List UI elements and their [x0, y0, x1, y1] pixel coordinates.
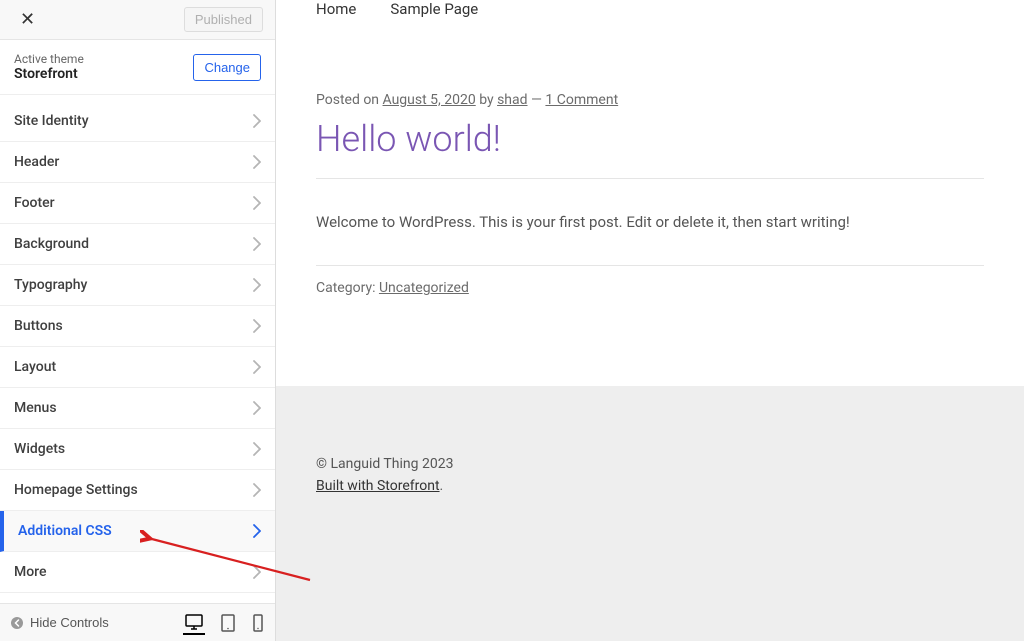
- section-label: Additional CSS: [18, 523, 112, 539]
- chevron-right-icon: [253, 360, 261, 374]
- section-label: Buttons: [14, 318, 63, 334]
- section-label: Widgets: [14, 441, 65, 457]
- by-label: by: [476, 92, 497, 108]
- footer-copyright: © Languid Thing 2023: [316, 456, 984, 472]
- section-label: Typography: [14, 277, 87, 293]
- post-title[interactable]: Hello world!: [316, 118, 984, 160]
- post-area: Posted on August 5, 2020 by shad — 1 Com…: [276, 22, 1024, 326]
- close-button[interactable]: ✕: [12, 5, 43, 34]
- change-theme-button[interactable]: Change: [193, 54, 261, 81]
- close-icon: ✕: [20, 9, 35, 29]
- sidebar-header: ✕ Published: [0, 0, 275, 40]
- section-label: More: [14, 564, 47, 580]
- section-additional-css[interactable]: Additional CSS: [0, 511, 275, 552]
- built-with-link[interactable]: Built with Storefront: [316, 478, 440, 494]
- section-label: Site Identity: [14, 113, 89, 129]
- chevron-right-icon: [253, 401, 261, 415]
- section-layout[interactable]: Layout: [0, 347, 275, 388]
- section-label: Footer: [14, 195, 55, 211]
- nav-home[interactable]: Home: [316, 0, 356, 18]
- chevron-right-icon: [253, 565, 261, 579]
- published-button[interactable]: Published: [184, 7, 263, 32]
- section-site-identity[interactable]: Site Identity: [0, 101, 275, 142]
- customizer-sidebar: ✕ Published Active theme Storefront Chan…: [0, 0, 276, 641]
- section-buttons[interactable]: Buttons: [0, 306, 275, 347]
- chevron-right-icon: [253, 155, 261, 169]
- theme-info: Active theme Storefront: [14, 52, 84, 82]
- meta-dash: —: [528, 92, 546, 108]
- chevron-right-icon: [253, 442, 261, 456]
- section-label: Header: [14, 154, 59, 170]
- section-label: Menus: [14, 400, 57, 416]
- tablet-icon[interactable]: [219, 612, 237, 634]
- section-more[interactable]: More: [0, 552, 275, 593]
- post-date-link[interactable]: August 5, 2020: [383, 92, 476, 108]
- chevron-right-icon: [253, 114, 261, 128]
- preview-pane: Home Sample Page Posted on August 5, 202…: [276, 0, 1024, 641]
- section-widgets[interactable]: Widgets: [0, 429, 275, 470]
- section-label: Background: [14, 236, 89, 252]
- divider: [316, 178, 984, 179]
- desktop-icon[interactable]: [183, 611, 205, 635]
- sidebar-footer: Hide Controls: [0, 603, 275, 641]
- posted-on-label: Posted on: [316, 92, 383, 108]
- chevron-right-icon: [253, 524, 261, 538]
- post-meta: Posted on August 5, 2020 by shad — 1 Com…: [316, 92, 984, 108]
- theme-name: Storefront: [14, 66, 84, 82]
- category-label: Category:: [316, 280, 379, 296]
- post-body: Welcome to WordPress. This is your first…: [316, 213, 984, 231]
- site-nav: Home Sample Page: [276, 0, 1024, 22]
- site-footer: © Languid Thing 2023 Built with Storefro…: [276, 386, 1024, 641]
- category-row: Category: Uncategorized: [316, 265, 984, 296]
- chevron-right-icon: [253, 237, 261, 251]
- chevron-right-icon: [253, 196, 261, 210]
- section-menus[interactable]: Menus: [0, 388, 275, 429]
- mobile-icon[interactable]: [251, 612, 265, 634]
- hide-controls-button[interactable]: Hide Controls: [10, 615, 109, 630]
- theme-label: Active theme: [14, 52, 84, 66]
- section-background[interactable]: Background: [0, 224, 275, 265]
- section-label: Layout: [14, 359, 56, 375]
- section-homepage-settings[interactable]: Homepage Settings: [0, 470, 275, 511]
- chevron-right-icon: [253, 278, 261, 292]
- footer-built-with: Built with Storefront.: [316, 478, 984, 494]
- footer-period: .: [440, 478, 444, 494]
- post-author-link[interactable]: shad: [497, 92, 527, 108]
- chevron-right-icon: [253, 483, 261, 497]
- section-typography[interactable]: Typography: [0, 265, 275, 306]
- section-label: Homepage Settings: [14, 482, 138, 498]
- hide-controls-label: Hide Controls: [30, 615, 109, 630]
- category-link[interactable]: Uncategorized: [379, 280, 469, 296]
- post-comments-link[interactable]: 1 Comment: [545, 92, 618, 108]
- nav-sample-page[interactable]: Sample Page: [390, 0, 478, 18]
- theme-row: Active theme Storefront Change: [0, 40, 275, 95]
- collapse-icon: [10, 616, 24, 630]
- chevron-right-icon: [253, 319, 261, 333]
- device-toggle: [183, 611, 265, 635]
- section-list: Site Identity Header Footer Background T…: [0, 101, 275, 603]
- section-footer[interactable]: Footer: [0, 183, 275, 224]
- section-header[interactable]: Header: [0, 142, 275, 183]
